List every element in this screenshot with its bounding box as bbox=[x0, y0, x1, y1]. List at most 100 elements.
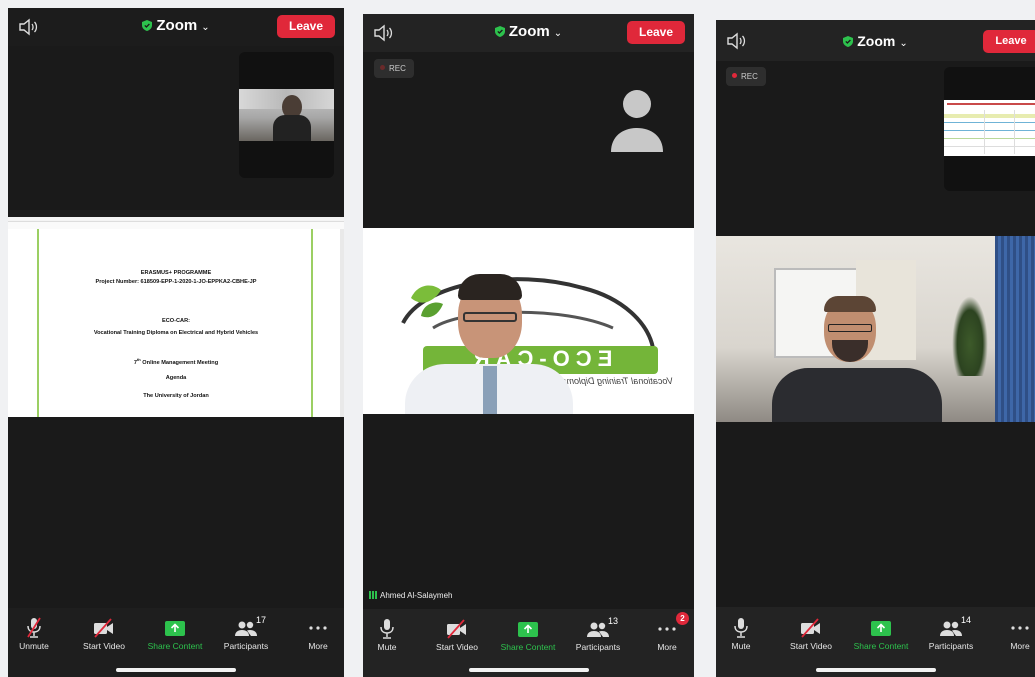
participants-icon bbox=[587, 622, 609, 637]
leave-button[interactable]: Leave bbox=[627, 21, 685, 44]
record-dot-icon bbox=[380, 65, 385, 70]
rec-label: REC bbox=[741, 72, 758, 81]
phone-screen-2: Zoom ⌄ Leave REC ECO-CAR Vocational Train… bbox=[363, 14, 694, 677]
top-bar: Zoom ⌄ Leave bbox=[716, 20, 1035, 61]
more-notification-badge: 2 bbox=[676, 612, 689, 625]
participants-button[interactable]: 14 Participants bbox=[915, 615, 987, 651]
phone-screen-3: Zoom ⌄ Leave REC Mute Start Video Share … bbox=[716, 20, 1035, 677]
agenda-line-5: 7th Online Management Meeting bbox=[133, 357, 219, 366]
doc-scrollbar[interactable] bbox=[340, 229, 344, 417]
meeting-toolbar: Mute Start Video Share Content 13 Partic… bbox=[363, 609, 694, 677]
meeting-toolbar: Unmute Start Video Share Content 17 Part… bbox=[8, 608, 344, 677]
more-button[interactable]: More bbox=[984, 617, 1035, 651]
zoom-label: Zoom bbox=[156, 17, 198, 34]
video-off-icon bbox=[447, 619, 466, 639]
shield-icon bbox=[843, 36, 854, 47]
leave-button[interactable]: Leave bbox=[277, 15, 335, 38]
self-view-thumbnail[interactable] bbox=[239, 52, 334, 178]
mute-button[interactable]: Mute bbox=[363, 618, 423, 652]
video-off-icon bbox=[801, 618, 820, 638]
share-content-button[interactable]: Share Content bbox=[492, 618, 564, 652]
share-content-button[interactable]: Share Content bbox=[139, 617, 211, 651]
participants-button[interactable]: 17 Participants bbox=[210, 615, 282, 651]
participants-label: Participants bbox=[928, 641, 974, 651]
participant-count: 14 bbox=[961, 615, 972, 625]
mic-icon bbox=[380, 619, 394, 639]
home-indicator[interactable] bbox=[468, 668, 589, 672]
share-content-label: Share Content bbox=[853, 641, 909, 651]
start-video-button[interactable]: Start Video bbox=[68, 617, 140, 651]
unmute-label: Unmute bbox=[19, 641, 49, 651]
zoom-label: Zoom bbox=[508, 23, 550, 40]
recording-indicator: REC bbox=[726, 67, 766, 86]
chevron-down-icon: ⌄ bbox=[899, 38, 908, 49]
more-label: More bbox=[1010, 641, 1030, 651]
start-video-label: Start Video bbox=[83, 641, 125, 651]
share-content-button[interactable]: Share Content bbox=[845, 617, 917, 651]
share-arrow-icon bbox=[871, 621, 891, 636]
participants-button[interactable]: 13 Participants bbox=[562, 616, 634, 652]
more-label: More bbox=[308, 641, 328, 651]
participants-label: Participants bbox=[223, 641, 269, 651]
participants-label: Participants bbox=[575, 642, 621, 652]
share-content-label: Share Content bbox=[500, 642, 556, 652]
more-icon bbox=[309, 626, 327, 630]
share-arrow-icon bbox=[165, 621, 185, 636]
recording-indicator: REC bbox=[374, 59, 414, 78]
more-label: More bbox=[657, 642, 677, 652]
start-video-label: Start Video bbox=[436, 642, 478, 652]
more-icon bbox=[658, 627, 676, 631]
shield-icon bbox=[142, 20, 153, 31]
home-indicator[interactable] bbox=[116, 668, 236, 672]
agenda-line-7: The University of Jordan bbox=[143, 393, 209, 399]
share-content-label: Share Content bbox=[147, 641, 203, 651]
rec-label: REC bbox=[389, 64, 406, 73]
shared-document: ERASMUS+ PROGRAMME Project Number: 61850… bbox=[8, 217, 344, 417]
shared-screen-thumbnail[interactable] bbox=[944, 67, 1035, 191]
active-speaker-video: ECO-CAR Vocational Training Diploma bbox=[363, 228, 694, 414]
phone-screen-1: Zoom ⌄ Leave ERASMUS+ PROGRAMME Project N… bbox=[8, 8, 344, 677]
mic-icon bbox=[734, 618, 748, 638]
more-button[interactable]: More bbox=[282, 617, 344, 651]
self-video bbox=[239, 89, 334, 141]
start-video-button[interactable]: Start Video bbox=[421, 618, 493, 652]
home-indicator[interactable] bbox=[815, 668, 936, 672]
shield-icon bbox=[494, 26, 505, 37]
more-icon bbox=[1011, 626, 1029, 630]
record-dot-icon bbox=[732, 73, 737, 78]
participants-icon bbox=[235, 621, 257, 636]
speaker-person bbox=[772, 288, 942, 422]
top-bar: Zoom ⌄ Leave bbox=[8, 8, 344, 46]
mute-label: Mute bbox=[731, 641, 751, 651]
participants-icon bbox=[940, 621, 962, 636]
doc-menubar bbox=[8, 222, 344, 229]
speaker-name: Ahmed Al-Salaymeh bbox=[380, 591, 453, 600]
leave-button[interactable]: Leave bbox=[983, 30, 1035, 53]
meeting-toolbar: Mute Start Video Share Content 14 Partic… bbox=[716, 607, 1035, 677]
video-off-icon bbox=[94, 618, 113, 638]
chevron-down-icon: ⌄ bbox=[553, 28, 563, 39]
start-video-button[interactable]: Start Video bbox=[775, 617, 847, 651]
spreadsheet-preview bbox=[944, 100, 1035, 156]
agenda-line-1: ERASMUS+ PROGRAMME bbox=[140, 270, 212, 276]
window-blinds bbox=[995, 236, 1035, 422]
more-button[interactable]: 2 More bbox=[631, 612, 694, 652]
speaker-person bbox=[403, 268, 573, 414]
zoom-label: Zoom bbox=[857, 33, 896, 49]
participant-count: 17 bbox=[256, 615, 267, 625]
speaker-nametag: Ahmed Al-Salaymeh bbox=[369, 591, 452, 600]
participant-count: 13 bbox=[608, 616, 619, 626]
mute-label: Mute bbox=[377, 642, 397, 652]
participant-avatar-tile[interactable] bbox=[607, 84, 667, 154]
mic-muted-icon bbox=[27, 617, 41, 638]
top-bar: Zoom ⌄ Leave bbox=[363, 14, 694, 52]
signal-icon bbox=[369, 591, 378, 599]
plant bbox=[952, 296, 988, 376]
avatar-icon bbox=[611, 90, 663, 152]
mute-button[interactable]: Mute bbox=[716, 617, 777, 651]
chevron-down-icon: ⌄ bbox=[201, 22, 210, 33]
unmute-button[interactable]: Unmute bbox=[8, 617, 70, 651]
agenda-line-3: ECO-CAR: bbox=[162, 318, 190, 324]
participant-video bbox=[716, 236, 1035, 422]
start-video-label: Start Video bbox=[790, 641, 832, 651]
